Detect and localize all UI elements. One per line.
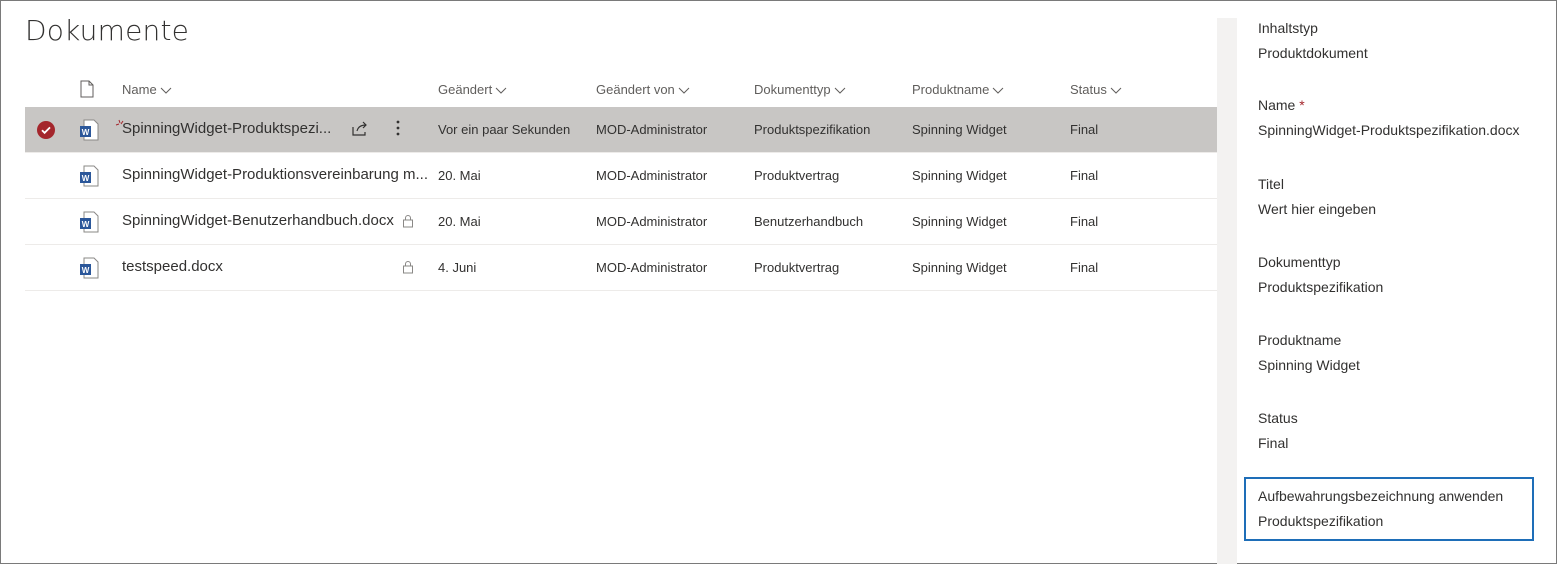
modified-cell: 20. Mai — [438, 214, 481, 229]
table-row[interactable]: W testspeed.docx 4. Juni MOD-Administrat… — [25, 245, 1217, 291]
chevron-down-icon — [834, 83, 846, 98]
property-label: Aufbewahrungsbezeichnung anwenden — [1258, 488, 1504, 504]
property-doc-type[interactable]: Dokumenttyp Produktspezifikation — [1258, 254, 1383, 295]
modified-cell: 20. Mai — [438, 168, 481, 183]
property-value[interactable]: Produktdokument — [1258, 45, 1368, 61]
word-document-icon: W — [79, 211, 99, 238]
doc-type-cell: Produktvertrag — [754, 168, 840, 183]
svg-text:W: W — [82, 266, 90, 275]
property-label-text: Name — [1258, 97, 1296, 113]
column-header-modified-by-label: Geändert von — [596, 82, 675, 97]
doc-type-cell: Benutzerhandbuch — [754, 214, 864, 229]
column-header-product-name[interactable]: Produktname — [912, 82, 1004, 98]
doc-type-cell: Produktvertrag — [754, 260, 840, 275]
column-header-name[interactable]: Name — [122, 82, 172, 98]
property-label: Inhaltstyp — [1258, 20, 1318, 36]
product-name-cell: Spinning Widget — [912, 122, 1007, 137]
column-header-doc-type[interactable]: Dokumenttyp — [754, 82, 846, 98]
column-header-name-label: Name — [122, 82, 157, 97]
modified-cell: 4. Juni — [438, 260, 477, 275]
property-value[interactable]: Final — [1258, 435, 1298, 451]
lock-icon — [402, 214, 414, 233]
column-header-product-name-label: Produktname — [912, 82, 990, 97]
modified-by-cell[interactable]: MOD-Administrator — [596, 214, 707, 229]
property-product-name[interactable]: Produktname Spinning Widget — [1258, 332, 1360, 373]
lock-icon — [402, 260, 414, 279]
column-header-modified-label: Geändert — [438, 82, 493, 97]
word-document-icon: W — [79, 165, 99, 192]
status-cell: Final — [1070, 122, 1099, 137]
product-name-cell: Spinning Widget — [912, 260, 1007, 275]
title-field[interactable]: Wert hier eingeben — [1258, 201, 1376, 217]
file-name-link[interactable]: SpinningWidget-Produktspezi... — [122, 120, 331, 137]
file-type-header-icon[interactable] — [80, 80, 94, 103]
required-marker: * — [1299, 97, 1305, 113]
svg-text:W: W — [82, 174, 90, 183]
column-header-status[interactable]: Status — [1070, 82, 1122, 98]
property-name[interactable]: Name * SpinningWidget-Produktspezifikati… — [1258, 97, 1519, 138]
property-label: Name * — [1258, 97, 1519, 113]
modified-by-cell[interactable]: MOD-Administrator — [596, 168, 707, 183]
chevron-down-icon — [992, 83, 1004, 98]
property-label: Titel — [1258, 176, 1284, 192]
property-value[interactable]: Spinning Widget — [1258, 357, 1360, 373]
property-status[interactable]: Status Final — [1258, 410, 1298, 451]
pane-divider — [1217, 18, 1237, 564]
modified-by-cell[interactable]: MOD-Administrator — [596, 122, 707, 137]
table-row[interactable]: W SpinningWidget-Produktionsvereinbarung… — [25, 153, 1217, 199]
status-cell: Final — [1070, 260, 1099, 275]
column-header-row: Name Geändert Geändert von Dokumenttyp P… — [25, 72, 1217, 108]
chevron-down-icon — [1110, 83, 1122, 98]
document-library: Dokumente Name Geändert Geändert von Dok… — [0, 0, 1217, 564]
more-options-icon[interactable] — [395, 119, 401, 142]
property-label: Status — [1258, 410, 1298, 426]
property-label: Dokumenttyp — [1258, 254, 1341, 270]
column-header-doc-type-label: Dokumenttyp — [754, 82, 831, 97]
modified-cell: Vor ein paar Sekunden — [438, 122, 571, 137]
property-content-type[interactable]: Inhaltstyp Produktdokument — [1258, 20, 1368, 61]
property-value[interactable]: Produktspezifikation — [1258, 513, 1503, 529]
table-row[interactable]: W SpinningWidget-Benutzerhandbuch.docx 2… — [25, 199, 1217, 245]
product-name-cell: Spinning Widget — [912, 168, 1007, 183]
product-name-cell: Spinning Widget — [912, 214, 1007, 229]
table-row[interactable]: W SpinningWidget-Produktspezi... Vor ein… — [25, 107, 1217, 153]
page-title: Dokumente — [25, 14, 190, 47]
chevron-down-icon — [495, 83, 507, 98]
share-icon[interactable] — [351, 121, 369, 142]
svg-text:W: W — [82, 128, 90, 137]
column-header-modified[interactable]: Geändert — [438, 82, 507, 98]
chevron-down-icon — [678, 83, 690, 98]
checkmark-circle-icon[interactable] — [37, 121, 55, 139]
word-document-icon: W — [79, 119, 99, 146]
doc-type-cell: Produktspezifikation — [754, 122, 871, 137]
file-name-link[interactable]: SpinningWidget-Produktionsvereinbarung m… — [122, 166, 428, 183]
property-value[interactable]: Produktspezifikation — [1258, 279, 1383, 295]
property-retention-label[interactable]: Aufbewahrungsbezeichnung anwenden Produk… — [1258, 488, 1503, 529]
chevron-down-icon — [160, 83, 172, 98]
property-value[interactable]: SpinningWidget-Produktspezifikation.docx — [1258, 122, 1519, 138]
status-cell: Final — [1070, 214, 1099, 229]
property-label: Produktname — [1258, 332, 1342, 348]
modified-by-cell[interactable]: MOD-Administrator — [596, 260, 707, 275]
svg-text:W: W — [82, 220, 90, 229]
column-header-status-label: Status — [1070, 82, 1107, 97]
file-name-link[interactable]: SpinningWidget-Benutzerhandbuch.docx — [122, 212, 394, 229]
status-cell: Final — [1070, 168, 1099, 183]
property-title[interactable]: Titel Wert hier eingeben — [1258, 176, 1376, 217]
file-name-link[interactable]: testspeed.docx — [122, 258, 223, 275]
document-list: W SpinningWidget-Produktspezi... Vor ein… — [25, 107, 1217, 291]
details-pane: Inhaltstyp Produktdokument Name * Spinni… — [1237, 0, 1556, 564]
column-header-modified-by[interactable]: Geändert von — [596, 82, 690, 98]
word-document-icon: W — [79, 257, 99, 284]
